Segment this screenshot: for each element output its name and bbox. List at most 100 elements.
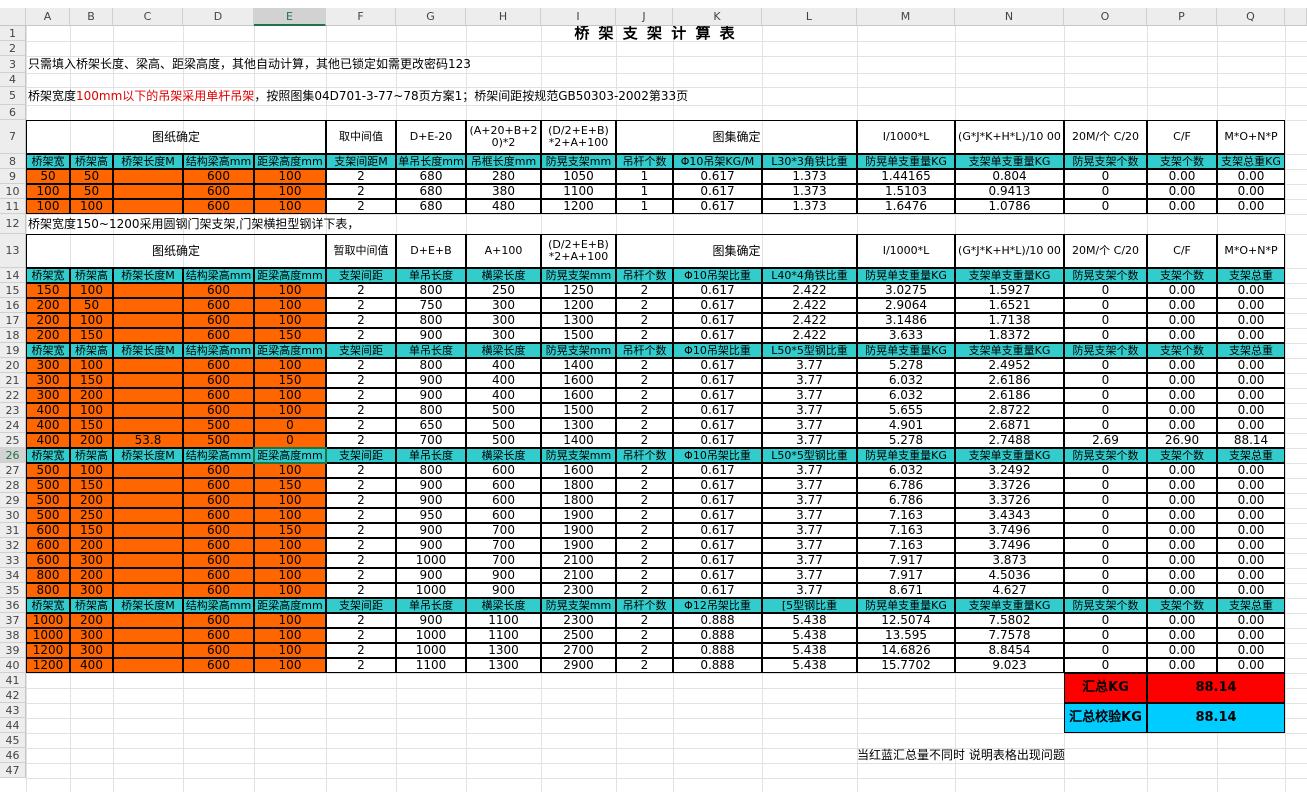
row-header-19[interactable]: 19 <box>0 343 26 358</box>
input-cell[interactable] <box>113 553 183 568</box>
input-cell[interactable] <box>113 199 183 214</box>
input-cell[interactable] <box>113 283 183 298</box>
input-cell[interactable]: 600 <box>26 538 70 553</box>
row-header-35[interactable]: 35 <box>0 583 26 598</box>
input-cell[interactable]: 150 <box>254 373 326 388</box>
input-cell[interactable]: 150 <box>26 283 70 298</box>
input-cell[interactable] <box>113 373 183 388</box>
input-cell[interactable]: 600 <box>183 658 254 673</box>
input-cell[interactable]: 300 <box>26 373 70 388</box>
input-cell[interactable]: 150 <box>70 373 113 388</box>
row-header-23[interactable]: 23 <box>0 403 26 418</box>
input-cell[interactable] <box>113 583 183 598</box>
input-cell[interactable]: 600 <box>183 613 254 628</box>
input-cell[interactable]: 600 <box>183 538 254 553</box>
row-header-4[interactable]: 4 <box>0 73 26 87</box>
input-cell[interactable]: 200 <box>26 328 70 343</box>
input-cell[interactable]: 100 <box>254 658 326 673</box>
input-cell[interactable]: 600 <box>183 388 254 403</box>
input-cell[interactable] <box>113 463 183 478</box>
input-cell[interactable]: 600 <box>26 553 70 568</box>
row-header-17[interactable]: 17 <box>0 313 26 328</box>
input-cell[interactable]: 300 <box>70 583 113 598</box>
input-cell[interactable]: 600 <box>183 553 254 568</box>
input-cell[interactable]: 600 <box>183 478 254 493</box>
input-cell[interactable]: 0 <box>254 418 326 433</box>
input-cell[interactable] <box>113 538 183 553</box>
input-cell[interactable] <box>113 298 183 313</box>
column-header-d[interactable]: D <box>183 8 254 26</box>
input-cell[interactable]: 100 <box>70 199 113 214</box>
input-cell[interactable]: 600 <box>183 643 254 658</box>
input-cell[interactable] <box>113 313 183 328</box>
row-header-38[interactable]: 38 <box>0 628 26 643</box>
input-cell[interactable]: 600 <box>183 523 254 538</box>
input-cell[interactable]: 600 <box>183 169 254 184</box>
row-header-34[interactable]: 34 <box>0 568 26 583</box>
input-cell[interactable]: 500 <box>26 508 70 523</box>
input-cell[interactable]: 150 <box>70 523 113 538</box>
row-header-12[interactable]: 12 <box>0 214 26 234</box>
input-cell[interactable]: 600 <box>183 283 254 298</box>
input-cell[interactable]: 300 <box>26 358 70 373</box>
input-cell[interactable]: 100 <box>70 463 113 478</box>
input-cell[interactable]: 200 <box>70 613 113 628</box>
row-header-36[interactable]: 36 <box>0 598 26 613</box>
input-cell[interactable]: 100 <box>70 358 113 373</box>
input-cell[interactable]: 600 <box>183 298 254 313</box>
input-cell[interactable]: 600 <box>183 463 254 478</box>
column-header-a[interactable]: A <box>26 8 70 26</box>
column-header-h[interactable]: H <box>466 8 541 26</box>
row-header-7[interactable]: 7 <box>0 120 26 154</box>
row-header-21[interactable]: 21 <box>0 373 26 388</box>
input-cell[interactable]: 100 <box>26 199 70 214</box>
input-cell[interactable]: 600 <box>183 199 254 214</box>
input-cell[interactable]: 1200 <box>26 658 70 673</box>
row-header-9[interactable]: 9 <box>0 169 26 184</box>
input-cell[interactable] <box>113 658 183 673</box>
input-cell[interactable]: 100 <box>70 403 113 418</box>
row-header-5[interactable]: 5 <box>0 87 26 105</box>
input-cell[interactable]: 400 <box>26 418 70 433</box>
input-cell[interactable]: 400 <box>70 658 113 673</box>
row-header-28[interactable]: 28 <box>0 478 26 493</box>
row-header-6[interactable]: 6 <box>0 105 26 120</box>
input-cell[interactable] <box>113 493 183 508</box>
input-cell[interactable]: 50 <box>26 169 70 184</box>
row-header-20[interactable]: 20 <box>0 358 26 373</box>
input-cell[interactable]: 100 <box>254 553 326 568</box>
input-cell[interactable] <box>113 184 183 199</box>
row-header-31[interactable]: 31 <box>0 523 26 538</box>
input-cell[interactable]: 600 <box>183 403 254 418</box>
row-header-29[interactable]: 29 <box>0 493 26 508</box>
input-cell[interactable]: 100 <box>254 403 326 418</box>
input-cell[interactable]: 800 <box>26 583 70 598</box>
input-cell[interactable] <box>113 643 183 658</box>
input-cell[interactable] <box>113 358 183 373</box>
input-cell[interactable]: 600 <box>183 328 254 343</box>
input-cell[interactable]: 100 <box>70 313 113 328</box>
input-cell[interactable]: 600 <box>183 508 254 523</box>
input-cell[interactable] <box>113 478 183 493</box>
input-cell[interactable]: 100 <box>254 463 326 478</box>
row-header-30[interactable]: 30 <box>0 508 26 523</box>
column-header-k[interactable]: K <box>673 8 762 26</box>
input-cell[interactable]: 100 <box>254 583 326 598</box>
row-header-13[interactable]: 13 <box>0 234 26 268</box>
row-header-42[interactable]: 42 <box>0 688 26 703</box>
input-cell[interactable]: 100 <box>254 628 326 643</box>
input-cell[interactable]: 200 <box>70 433 113 448</box>
input-cell[interactable]: 50 <box>70 184 113 199</box>
row-header-41[interactable]: 41 <box>0 673 26 688</box>
row-header-47[interactable]: 47 <box>0 763 26 778</box>
row-header-14[interactable]: 14 <box>0 268 26 283</box>
row-header-1[interactable]: 1 <box>0 26 26 41</box>
input-cell[interactable]: 500 <box>26 478 70 493</box>
input-cell[interactable]: 600 <box>183 493 254 508</box>
column-header-e[interactable]: E <box>254 8 326 26</box>
input-cell[interactable]: 600 <box>183 184 254 199</box>
input-cell[interactable] <box>113 169 183 184</box>
input-cell[interactable]: 1000 <box>26 613 70 628</box>
row-header-25[interactable]: 25 <box>0 433 26 448</box>
row-header-40[interactable]: 40 <box>0 658 26 673</box>
